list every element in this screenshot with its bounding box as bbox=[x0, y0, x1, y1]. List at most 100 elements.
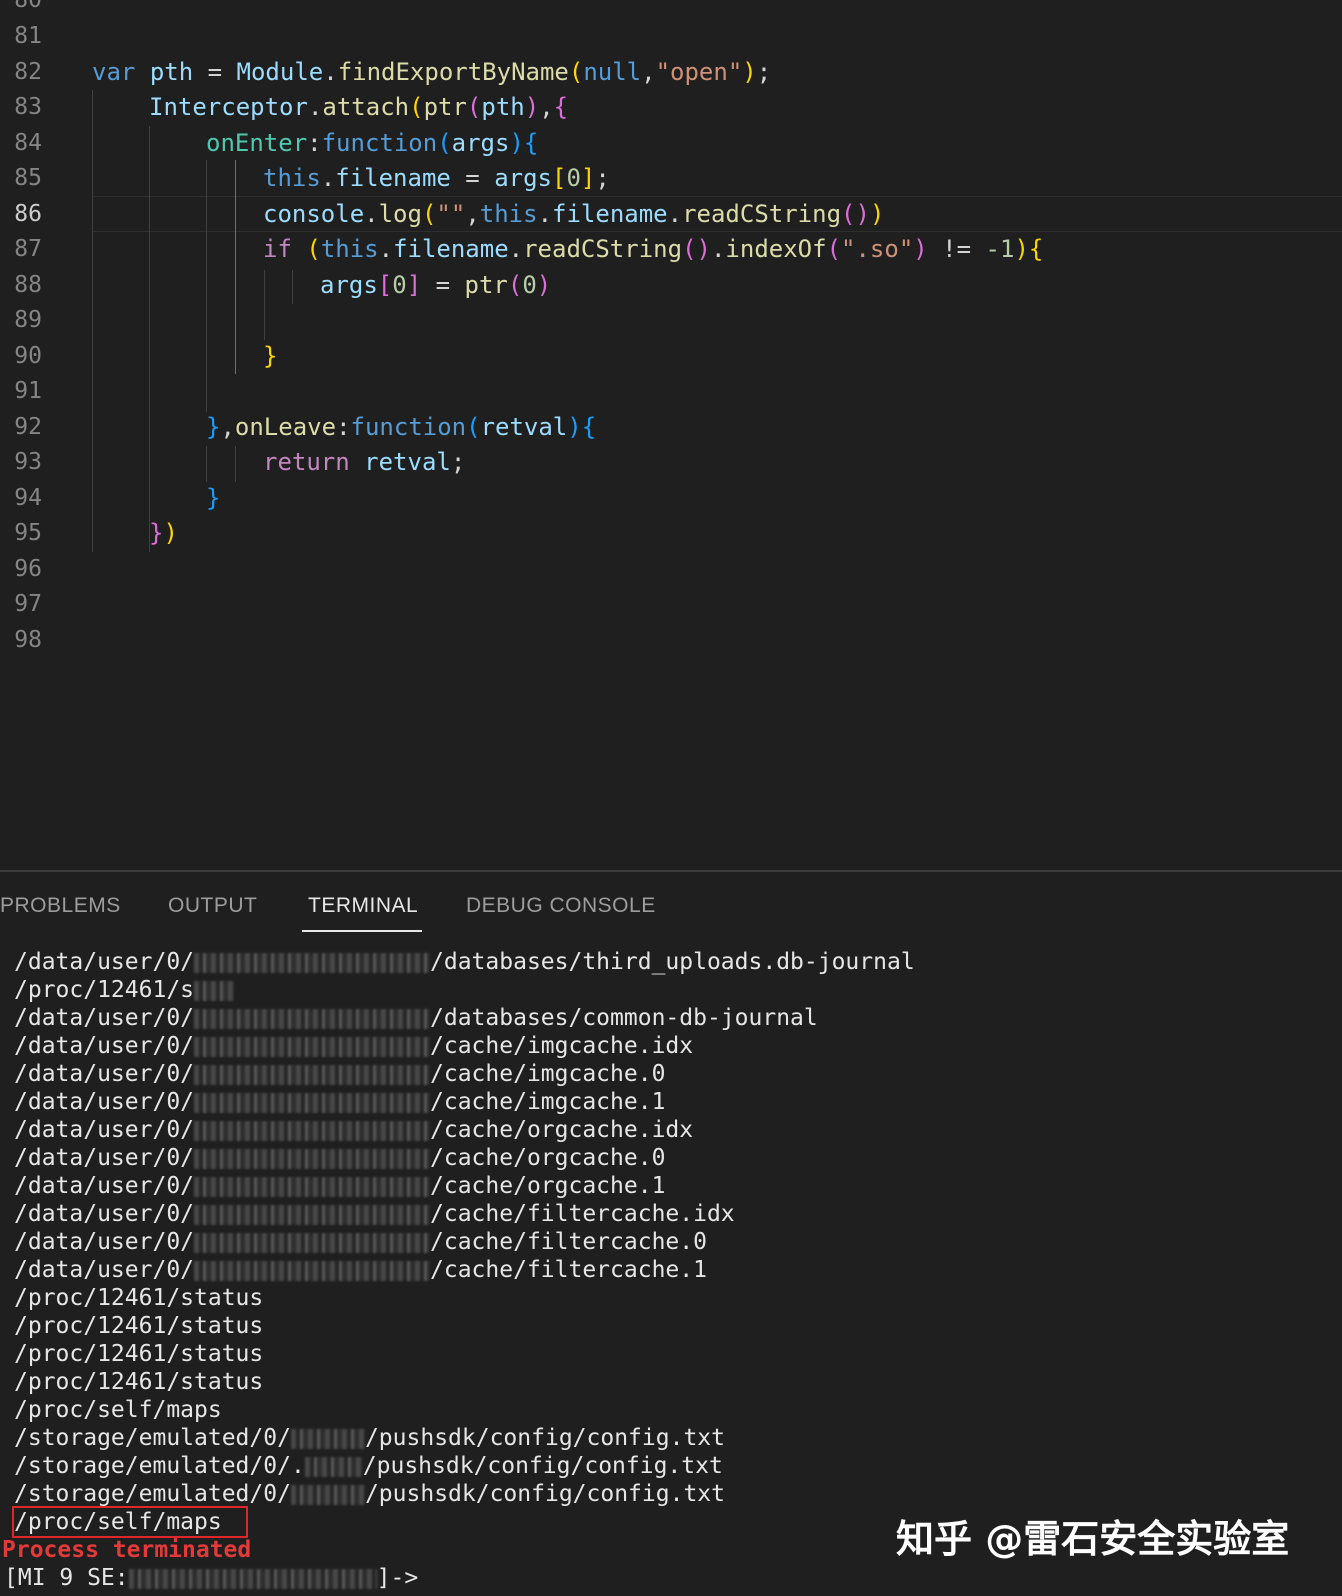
terminal-output[interactable]: /data/user/0/ /databases/third_uploads.db… bbox=[14, 948, 915, 1536]
terminal-line: /data/user/0/ /cache/orgcache.idx bbox=[14, 1116, 915, 1144]
code-token: . bbox=[508, 235, 524, 263]
redacted-text bbox=[194, 1232, 431, 1253]
terminal-path-suffix: /cache/imgcache.1 bbox=[430, 1089, 666, 1115]
terminal-prompt[interactable]: [MI 9 SE:]-> bbox=[4, 1564, 418, 1592]
code-line[interactable]: 87 if (this.filename.readCString().indexO… bbox=[0, 231, 1342, 267]
code-text: return retval; bbox=[263, 444, 465, 480]
terminal-line: /proc/12461/status bbox=[14, 1340, 915, 1368]
terminal-line: /proc/12461/status bbox=[14, 1312, 915, 1340]
terminal-path-suffix: /pushsdk/config/config.txt bbox=[364, 1425, 725, 1451]
redacted-text bbox=[194, 952, 431, 973]
code-token: 0 bbox=[566, 164, 581, 192]
terminal-line: /data/user/0/ /databases/third_uploads.db… bbox=[14, 948, 915, 976]
code-line[interactable]: 88 args[0] = ptr(0) bbox=[0, 267, 1342, 303]
code-token: return bbox=[263, 448, 350, 476]
line-number: 95 bbox=[14, 520, 42, 546]
code-token: ".so" bbox=[841, 235, 914, 263]
code-line[interactable]: 82 var pth = Module.findExportByName(null… bbox=[0, 54, 1342, 90]
code-line[interactable]: 86 console.log("",this.filename.readCStri… bbox=[0, 196, 1342, 232]
redacted-text bbox=[194, 1260, 431, 1281]
redacted-text bbox=[194, 1008, 431, 1029]
code-line[interactable]: 95}) bbox=[0, 515, 1342, 551]
tab-terminal[interactable]: TERMINAL bbox=[308, 892, 418, 920]
code-token: ] bbox=[406, 270, 422, 299]
code-token: . bbox=[537, 199, 553, 228]
code-line[interactable]: 81 bbox=[0, 18, 1342, 54]
indent-guide bbox=[235, 446, 236, 482]
code-token: ( bbox=[507, 270, 523, 299]
code-line[interactable]: 98 bbox=[0, 622, 1342, 658]
indent-guide bbox=[149, 126, 150, 552]
code-token: ) bbox=[696, 235, 711, 263]
code-token: } bbox=[206, 412, 221, 441]
process-terminated-text: Process terminated bbox=[2, 1537, 252, 1563]
indent-guide bbox=[92, 90, 93, 552]
tab-problems[interactable]: PROBLEMS bbox=[0, 892, 121, 920]
code-editor[interactable]: 80 81 82 var pth = Module.findExportByName… bbox=[0, 0, 1342, 870]
code-line[interactable]: 92},onLeave:function(retval){ bbox=[0, 409, 1342, 445]
code-token: function bbox=[321, 128, 438, 157]
code-text: var pth = Module.findExportByName(null,"… bbox=[92, 54, 771, 90]
code-line[interactable]: 85 this.filename = args[0]; bbox=[0, 160, 1342, 196]
code-token: . bbox=[667, 199, 683, 228]
code-token: : bbox=[336, 412, 351, 441]
code-line[interactable]: 83 Interceptor.attach(ptr(pth),{ bbox=[0, 89, 1342, 125]
terminal-line: /proc/self/maps bbox=[14, 1396, 915, 1424]
terminal-line: /storage/emulated/0/ /pushsdk/config/conf… bbox=[14, 1480, 915, 1508]
code-text: } bbox=[263, 338, 277, 374]
code-token: , bbox=[539, 93, 554, 121]
code-token: , bbox=[465, 199, 480, 228]
terminal-path: /storage/emulated/0/ bbox=[14, 1425, 291, 1451]
code-line[interactable]: 97 bbox=[0, 586, 1342, 622]
code-token: . bbox=[378, 235, 394, 263]
code-line[interactable]: 93 return retval; bbox=[0, 444, 1342, 480]
terminal-path: /data/user/0/ bbox=[14, 1145, 195, 1171]
code-token: } bbox=[206, 483, 221, 512]
indent-guide bbox=[206, 160, 207, 412]
tab-output[interactable]: OUTPUT bbox=[168, 892, 257, 920]
terminal-path: /proc/12461/status bbox=[14, 1285, 264, 1311]
line-number: 80 bbox=[14, 0, 42, 13]
code-token: args bbox=[494, 164, 552, 192]
code-line[interactable]: 84 onEnter:function(args){ bbox=[0, 125, 1342, 161]
indent-guide bbox=[292, 270, 293, 304]
code-text: this.filename = args[0]; bbox=[263, 160, 610, 196]
code-line[interactable]: 91 bbox=[0, 373, 1342, 409]
code-text: console.log("",this.filename.readCString… bbox=[263, 196, 884, 232]
code-token: ( bbox=[466, 412, 481, 441]
code-line[interactable]: 89 bbox=[0, 302, 1342, 338]
line-number: 81 bbox=[14, 23, 42, 49]
code-token: ( bbox=[466, 93, 482, 121]
terminal-path: /data/user/0/ bbox=[14, 1173, 195, 1199]
line-number: 83 bbox=[14, 94, 42, 120]
code-token: null bbox=[583, 57, 642, 86]
redacted-text bbox=[194, 1176, 431, 1197]
terminal-path-suffix: /databases/common-db-journal bbox=[430, 1005, 818, 1031]
code-token: . bbox=[307, 93, 323, 121]
code-token: retval bbox=[480, 412, 568, 441]
indent-guide bbox=[235, 160, 236, 374]
code-token: ) bbox=[536, 270, 552, 299]
code-token: = bbox=[193, 57, 237, 86]
partial-line: 80 bbox=[0, 0, 1342, 18]
code-token: if bbox=[263, 235, 292, 263]
code-line[interactable]: 94} bbox=[0, 480, 1342, 516]
terminal-path: /data/user/0/ bbox=[14, 1061, 195, 1087]
indent-guide bbox=[264, 270, 265, 340]
redacted-text bbox=[290, 1428, 365, 1449]
tab-debug-console[interactable]: DEBUG CONSOLE bbox=[466, 892, 656, 920]
line-number: 94 bbox=[14, 484, 42, 511]
terminal-path: /data/user/0/ bbox=[14, 1229, 195, 1255]
terminal-line: /data/user/0/ /cache/imgcache.0 bbox=[14, 1060, 915, 1088]
code-token: } bbox=[263, 341, 278, 370]
watermark: 知乎 @雷石安全实验室 bbox=[896, 1517, 1290, 1561]
line-number: 85 bbox=[14, 165, 42, 191]
code-line[interactable]: 96 bbox=[0, 551, 1342, 587]
code-token: ; bbox=[450, 448, 466, 476]
redacted-text bbox=[194, 1092, 431, 1113]
terminal-path: /storage/emulated/0/. bbox=[14, 1453, 305, 1479]
code-line[interactable]: 90} bbox=[0, 338, 1342, 374]
terminal-line: /data/user/0/ /cache/orgcache.1 bbox=[14, 1172, 915, 1200]
